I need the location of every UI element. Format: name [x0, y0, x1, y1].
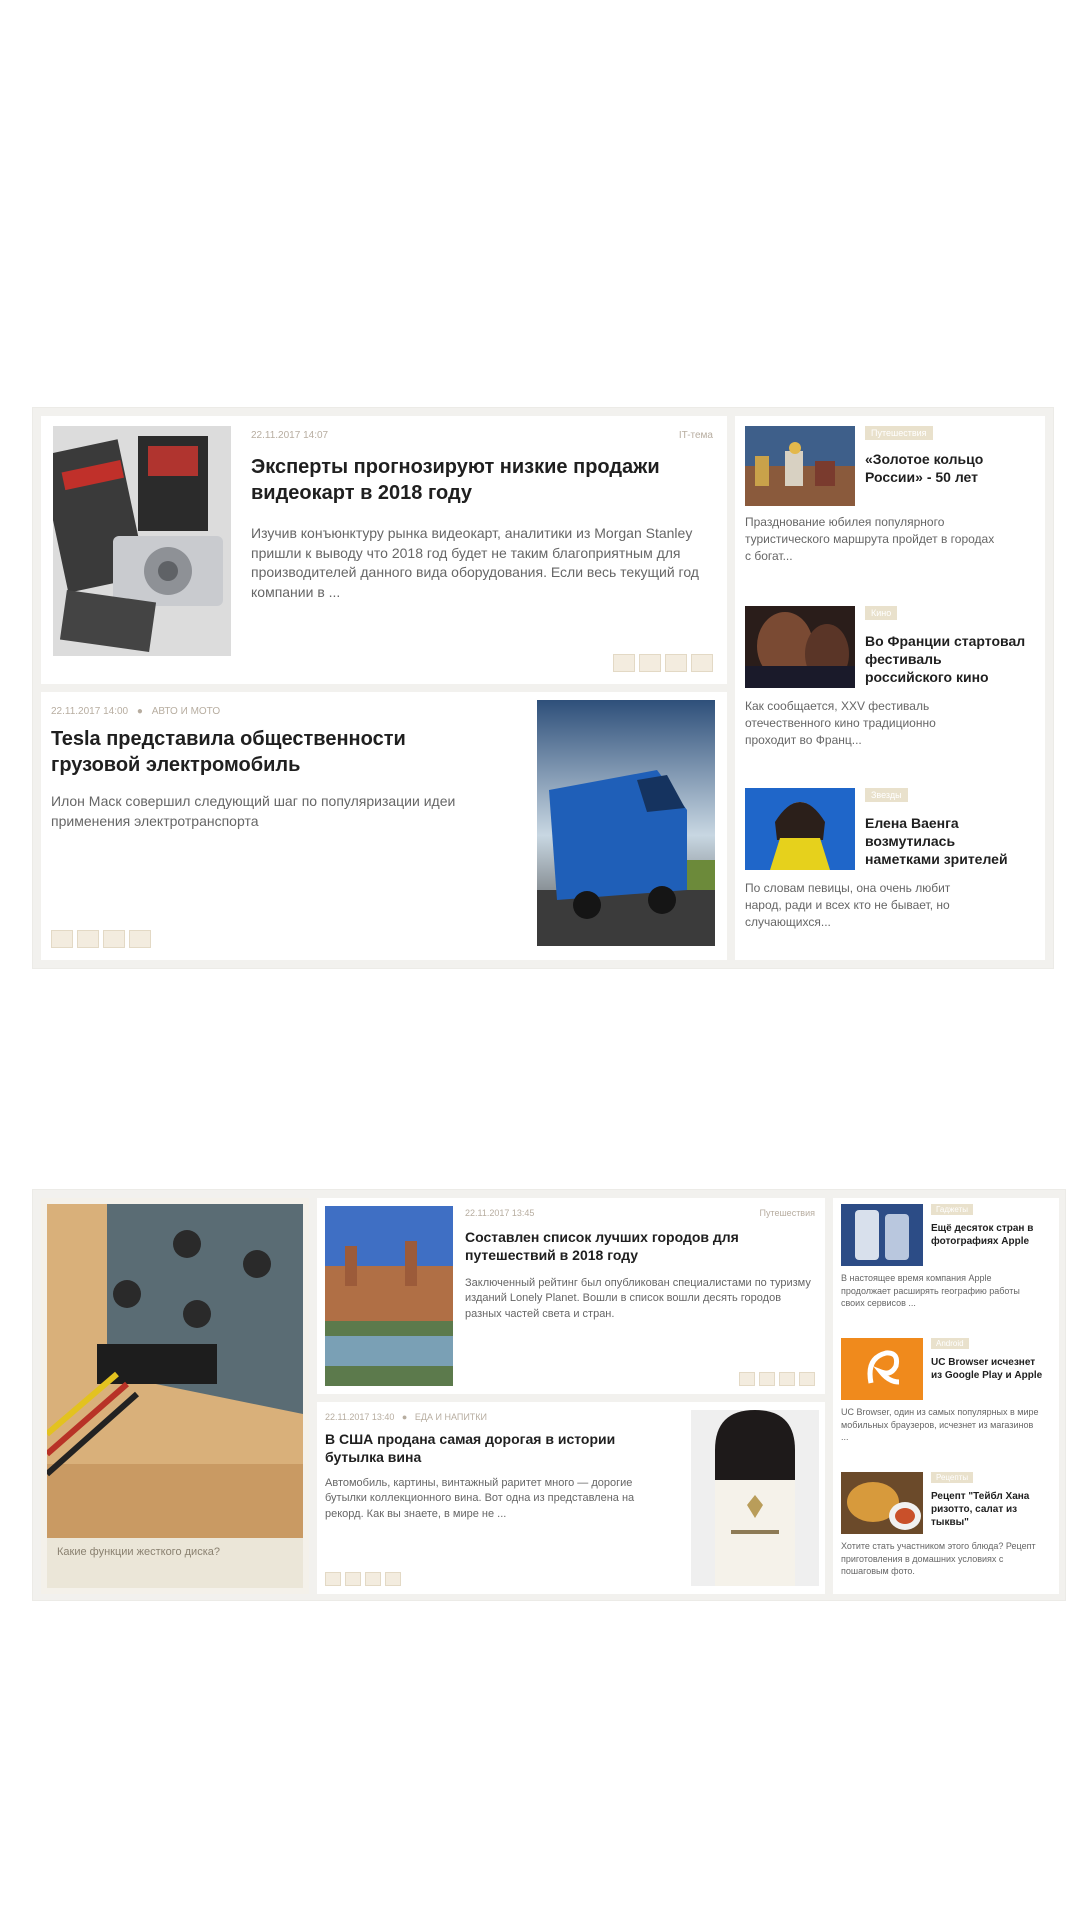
article-excerpt: Илон Маск совершил следующий шаг по попу…	[51, 793, 456, 829]
article-title[interactable]: В США продана самая дорогая в истории бу…	[325, 1430, 655, 1466]
article-date-category: 22.11.2017 14:00 ● АВТО И МОТО	[51, 706, 220, 717]
share-ok-icon[interactable]	[385, 1572, 401, 1586]
sidebar-item[interactable]: Кино Во Франции стартовал фестиваль росс…	[745, 606, 1035, 756]
sidebar-item[interactable]: Рецепты Рецепт "Тейбл Хана ризотто, сала…	[841, 1472, 1053, 1592]
share-ok-icon[interactable]	[129, 930, 151, 948]
sidebar-title[interactable]: Рецепт "Тейбл Хана ризотто, салат из тык…	[931, 1490, 1049, 1529]
sidebar-excerpt: Хотите стать участником этого блюда? Рец…	[841, 1541, 1036, 1577]
share-vk-icon[interactable]	[613, 654, 635, 672]
article-date: 22.11.2017 13:45	[465, 1208, 535, 1218]
sidebar-category-badge[interactable]: Android	[931, 1338, 969, 1349]
share-twitter-icon[interactable]	[779, 1372, 795, 1386]
sidebar-excerpt: UC Browser, один из самых популярных в м…	[841, 1407, 1039, 1443]
sidebar-excerpt: В настоящее время компания Apple продолж…	[841, 1273, 1020, 1309]
sidebar-thumbnail[interactable]	[841, 1338, 923, 1400]
share-facebook-icon[interactable]	[639, 654, 661, 672]
sidebar-category-badge[interactable]: Гаджеты	[931, 1204, 973, 1215]
article-category[interactable]: АВТО И МОТО	[152, 706, 220, 717]
sidebar-title[interactable]: Ещё десяток стран в фотографиях Apple	[931, 1222, 1049, 1248]
sidebar-item[interactable]: Путешествия «Золотое кольцо России» - 50…	[745, 426, 1035, 576]
news-block-2: Какие функции жесткого диска? 22.11.2017…	[32, 1189, 1066, 1601]
share-vk-icon[interactable]	[325, 1572, 341, 1586]
dot-separator-icon: ●	[401, 1412, 408, 1422]
article-excerpt: Автомобиль, картины, винтажный раритет м…	[325, 1477, 635, 1520]
share-buttons	[51, 930, 151, 948]
share-ok-icon[interactable]	[799, 1372, 815, 1386]
article-date: 22.11.2017 13:40	[325, 1412, 395, 1422]
share-facebook-icon[interactable]	[345, 1572, 361, 1586]
article-thumbnail[interactable]	[325, 1206, 453, 1386]
article-title[interactable]: Составлен список лучших городов для путе…	[465, 1228, 815, 1264]
sidebar-category-badge[interactable]: Кино	[865, 606, 898, 620]
article-thumbnail[interactable]	[537, 700, 715, 946]
sidebar-thumbnail[interactable]	[745, 788, 855, 870]
sidebar-news: Гаджеты Ещё десяток стран в фотографиях …	[833, 1198, 1059, 1594]
article-card-cities[interactable]: 22.11.2017 13:45 Путешествия Составлен с…	[317, 1198, 825, 1394]
share-twitter-icon[interactable]	[103, 930, 125, 948]
article-excerpt: Заключенный рейтинг был опубликован спец…	[465, 1277, 811, 1320]
share-buttons	[613, 654, 713, 672]
share-vk-icon[interactable]	[739, 1372, 755, 1386]
news-block-1: 22.11.2017 14:07 IT-тема Эксперты прогно…	[32, 407, 1054, 969]
feature-caption[interactable]: Какие функции жесткого диска?	[47, 1538, 303, 1588]
article-category[interactable]: IT-тема	[679, 430, 713, 441]
dot-separator-icon: ●	[136, 706, 143, 717]
sidebar-thumbnail[interactable]	[841, 1204, 923, 1266]
article-title[interactable]: Tesla представила общественности грузово…	[51, 726, 471, 778]
article-card-videocards[interactable]: 22.11.2017 14:07 IT-тема Эксперты прогно…	[41, 416, 727, 684]
sidebar-thumbnail[interactable]	[841, 1472, 923, 1534]
article-title[interactable]: Эксперты прогнозируют низкие продажи вид…	[251, 454, 711, 506]
article-card-wine[interactable]: 22.11.2017 13:40 ● ЕДА И НАПИТКИ В США п…	[317, 1402, 825, 1594]
sidebar-title[interactable]: «Золотое кольцо России» - 50 лет	[865, 450, 1030, 486]
article-excerpt: Изучив конъюнктуру рынка видеокарт, анал…	[251, 525, 699, 600]
article-category[interactable]: ЕДА И НАПИТКИ	[415, 1412, 487, 1422]
share-facebook-icon[interactable]	[77, 930, 99, 948]
article-date-category: 22.11.2017 13:40 ● ЕДА И НАПИТКИ	[325, 1412, 487, 1422]
sidebar-category-badge[interactable]: Путешествия	[865, 426, 933, 440]
sidebar-title[interactable]: UC Browser исчезнет из Google Play и App…	[931, 1356, 1049, 1382]
sidebar-thumbnail[interactable]	[745, 606, 855, 688]
share-ok-icon[interactable]	[691, 654, 713, 672]
sidebar-excerpt: Как сообщается, XXV фестиваль отечествен…	[745, 699, 936, 747]
sidebar-thumbnail[interactable]	[745, 426, 855, 506]
feature-thumbnail[interactable]	[47, 1204, 303, 1538]
sidebar-item[interactable]: Android UC Browser исчезнет из Google Pl…	[841, 1338, 1053, 1458]
sidebar-item[interactable]: Гаджеты Ещё десяток стран в фотографиях …	[841, 1204, 1053, 1324]
sidebar-excerpt: По словам певицы, она очень любит народ,…	[745, 881, 951, 929]
article-category[interactable]: Путешествия	[759, 1208, 815, 1218]
article-date: 22.11.2017 14:00	[51, 706, 129, 717]
sidebar-item[interactable]: Звезды Елена Ваенга возмутилась наметкам…	[745, 788, 1035, 948]
article-thumbnail[interactable]	[53, 426, 231, 656]
share-buttons	[325, 1572, 401, 1586]
share-facebook-icon[interactable]	[759, 1372, 775, 1386]
share-vk-icon[interactable]	[51, 930, 73, 948]
sidebar-title[interactable]: Во Франции стартовал фестиваль российско…	[865, 632, 1030, 687]
sidebar-category-badge[interactable]: Звезды	[865, 788, 908, 802]
article-date: 22.11.2017 14:07	[251, 430, 329, 441]
sidebar-title[interactable]: Елена Ваенга возмутилась наметками зрите…	[865, 814, 1030, 869]
feature-card[interactable]: Какие функции жесткого диска?	[41, 1198, 309, 1594]
share-twitter-icon[interactable]	[365, 1572, 381, 1586]
article-card-tesla[interactable]: 22.11.2017 14:00 ● АВТО И МОТО Tesla пре…	[41, 692, 727, 960]
sidebar-news: Путешествия «Золотое кольцо России» - 50…	[735, 416, 1045, 960]
share-buttons	[739, 1372, 815, 1386]
sidebar-excerpt: Празднование юбилея популярного туристич…	[745, 515, 995, 563]
sidebar-category-badge[interactable]: Рецепты	[931, 1472, 974, 1483]
share-twitter-icon[interactable]	[665, 654, 687, 672]
article-thumbnail[interactable]	[691, 1410, 819, 1586]
